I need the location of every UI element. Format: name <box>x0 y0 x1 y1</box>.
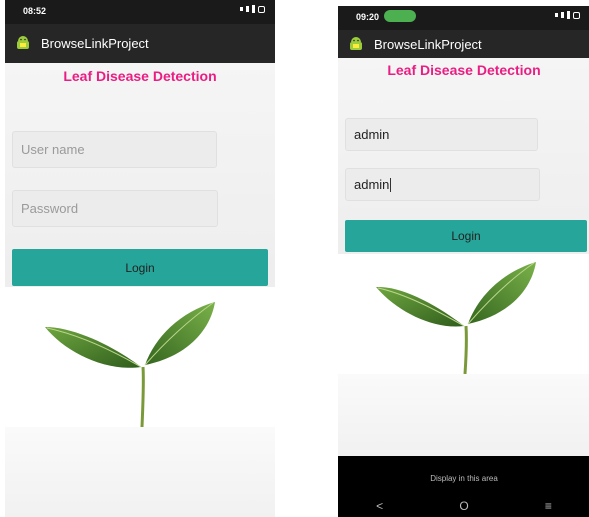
phone-screen-left: 08:52 BrowseLinkProject Leaf Disease Det… <box>5 0 275 517</box>
app-title: BrowseLinkProject <box>374 37 482 52</box>
signal-icon <box>240 7 243 11</box>
display-area-text: Display in this area <box>430 474 498 483</box>
android-icon <box>350 37 362 50</box>
back-button[interactable]: < <box>376 499 383 513</box>
username-placeholder: User name <box>21 142 85 157</box>
login-button[interactable]: Login <box>12 249 268 286</box>
page-title: Leaf Disease Detection <box>387 62 541 78</box>
page-title: Leaf Disease Detection <box>63 68 217 84</box>
password-value: admin <box>354 177 390 192</box>
login-button[interactable]: Login <box>345 220 587 252</box>
image-bottom <box>338 374 589 456</box>
password-field[interactable]: Password <box>12 190 218 227</box>
text-caret <box>390 177 392 192</box>
nav-buttons: < O ≡ <box>338 499 589 513</box>
phone-screen-right: 09:20 BrowseLinkProject Leaf Disease Det… <box>338 0 589 517</box>
login-screen: Leaf Disease Detection User name Passwor… <box>5 63 275 517</box>
battery-icon <box>258 5 265 13</box>
leaf-image <box>338 254 589 456</box>
leaf-plant-illustration <box>376 262 536 374</box>
status-bar: 08:52 <box>5 0 275 24</box>
username-value: admin <box>354 127 390 142</box>
signal-icon <box>555 13 558 17</box>
call-indicator <box>384 10 416 22</box>
username-field[interactable]: admin <box>345 118 538 151</box>
android-icon <box>17 36 29 49</box>
signal-icon <box>567 11 570 19</box>
home-button[interactable]: O <box>459 499 468 513</box>
status-icons <box>555 11 580 19</box>
signal-icon <box>246 6 249 12</box>
navigation-bar: Display in this area < O ≡ <box>338 456 589 517</box>
status-icons <box>240 5 265 13</box>
signal-icon <box>561 12 564 18</box>
password-field[interactable]: admin <box>345 168 540 201</box>
menu-button[interactable]: ≡ <box>545 499 552 513</box>
app-title: BrowseLinkProject <box>41 36 149 51</box>
username-field[interactable]: User name <box>12 131 217 168</box>
login-screen: Leaf Disease Detection admin admin Login <box>338 58 589 456</box>
leaf-image <box>5 287 275 517</box>
app-bar: BrowseLinkProject <box>5 24 275 63</box>
status-bar: 09:20 <box>338 6 589 30</box>
status-time: 09:20 <box>356 12 380 22</box>
app-bar: BrowseLinkProject <box>338 30 589 58</box>
battery-icon <box>573 11 580 19</box>
status-time: 08:52 <box>23 6 47 16</box>
password-placeholder: Password <box>21 201 79 216</box>
image-bottom <box>5 427 275 517</box>
leaf-plant-illustration <box>45 302 215 427</box>
signal-icon <box>252 5 255 13</box>
